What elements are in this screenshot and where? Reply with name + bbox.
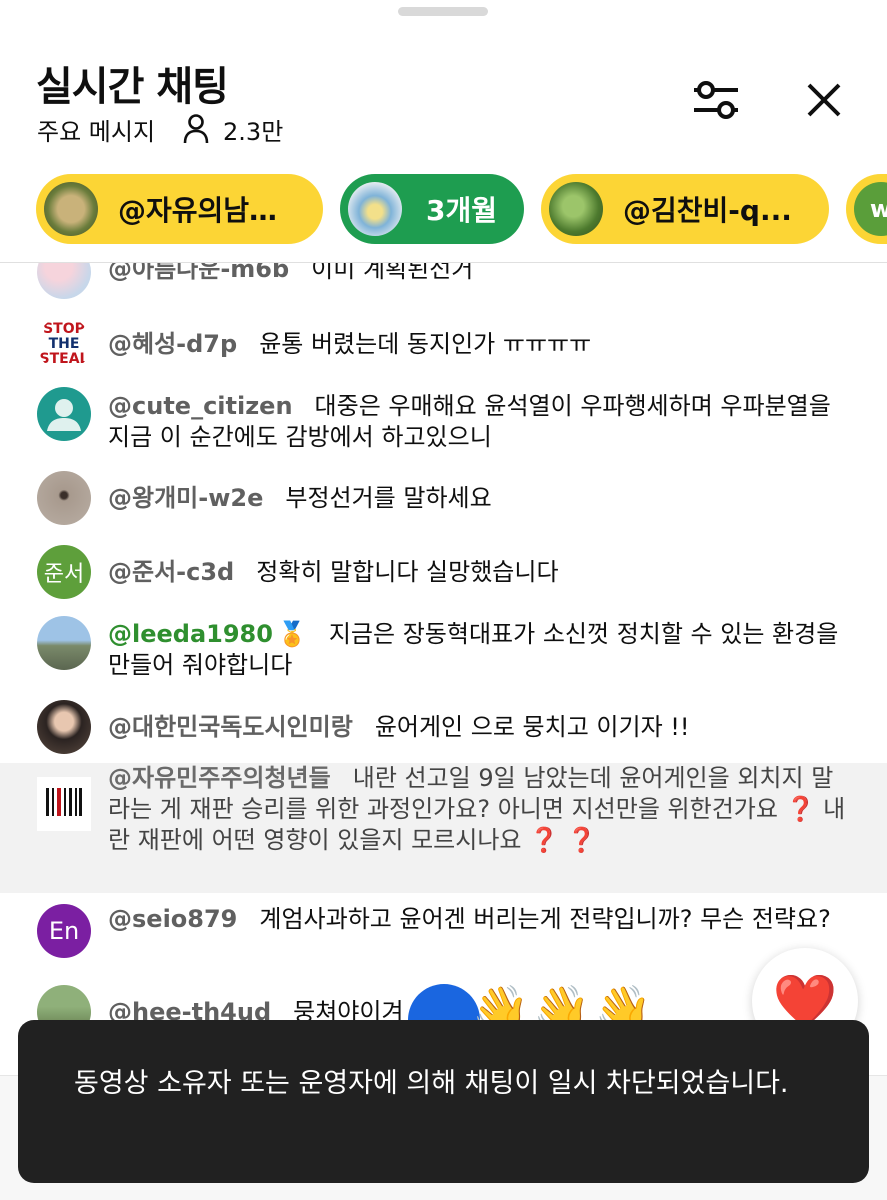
filter-button[interactable] <box>688 76 744 128</box>
message-author[interactable]: @cute_citizen <box>108 392 293 420</box>
chat-mode-row: 주요 메시지 2.3만 <box>37 112 283 146</box>
pill-label: 3개월 <box>426 194 498 227</box>
close-button[interactable] <box>798 76 850 128</box>
live-chat-sheet: 실시간 채팅 주요 메시지 2.3만 @자유의남… 3개월 @김찬비-q... … <box>0 0 887 1200</box>
avatar <box>549 182 603 236</box>
message-body: 부정선거를 말하세요 <box>285 484 492 512</box>
default-user-icon <box>47 399 81 431</box>
avatar <box>37 616 91 670</box>
chat-title: 실시간 채팅 <box>36 64 229 110</box>
message-author[interactable]: @leeda1980 <box>108 620 273 648</box>
drag-handle[interactable] <box>398 7 488 16</box>
toast-message: 동영상 소유자 또는 운영자에 의해 채팅이 일시 차단되었습니다. <box>74 1068 789 1099</box>
avatar <box>348 182 402 236</box>
avatar: 준서 <box>37 545 91 599</box>
avatar: En <box>37 904 91 958</box>
message-text: @왕개미-w2e 부정선거를 말하세요 <box>108 483 848 514</box>
avatar: w <box>854 182 887 236</box>
person-icon <box>181 112 211 146</box>
message-author[interactable]: @자유민주주의청년들 <box>108 764 331 792</box>
message-body: 정확히 말합니다 실망했습니다 <box>256 558 559 586</box>
chat-mode-label[interactable]: 주요 메시지 <box>37 112 155 147</box>
close-icon <box>806 82 842 122</box>
top-chatter-pills: @자유의남… 3개월 @김찬비-q... w <box>0 172 887 248</box>
avatar <box>37 387 91 441</box>
barcode-logo-icon <box>46 788 82 816</box>
message-text: @아름나운-m6b 이미 계획된선거 <box>108 263 848 285</box>
chat-message-highlighted[interactable]: @자유민주주의청년들 내란 선고일 9일 남았는데 윤어게인을 외치지 말라는 게… <box>0 763 887 893</box>
avatar: STOP THE STEAL <box>37 317 91 371</box>
message-body: 이미 계획된선거 <box>311 263 474 283</box>
pill-user-3[interactable]: @김찬비-q... <box>541 174 829 244</box>
message-text: @자유민주주의청년들 내란 선고일 9일 남았는데 윤어게인을 외치지 말라는 게… <box>108 763 848 856</box>
message-text: @혜성-d7p 윤통 버렸는데 동지인가 ㅠㅠㅠㅠ <box>108 329 848 360</box>
message-body: 윤통 버렸는데 동지인가 ㅠㅠㅠㅠ <box>259 330 592 358</box>
avatar <box>37 777 91 831</box>
member-badge-icon: 🏅 <box>276 620 307 648</box>
avatar <box>37 471 91 525</box>
avatar-text: STEAL <box>39 350 89 367</box>
pill-user-2[interactable]: 3개월 <box>340 174 524 244</box>
avatar-text: THE <box>48 335 80 352</box>
chat-message[interactable]: @대한민국독도시인미랑 윤어게인 으로 뭉치고 이기자 !! <box>0 700 887 756</box>
chat-message[interactable]: @아름나운-m6b 이미 계획된선거 <box>0 263 887 299</box>
chat-list[interactable]: @아름나운-m6b 이미 계획된선거 STOP THE STEAL @혜성-d7p… <box>0 263 887 1075</box>
message-author[interactable]: @혜성-d7p <box>108 330 237 358</box>
chat-message[interactable]: 준서 @준서-c3d 정확히 말합니다 실망했습니다 <box>0 545 887 601</box>
pill-user-1[interactable]: @자유의남… <box>36 174 323 244</box>
sliders-icon <box>691 78 741 126</box>
message-body: 계엄사과하고 윤어겐 버리는게 전략입니까? 무슨 전략요? <box>259 905 831 933</box>
message-author[interactable]: @대한민국독도시인미랑 <box>108 713 353 741</box>
pill-user-4[interactable]: w <box>846 174 887 244</box>
message-text: @준서-c3d 정확히 말합니다 실망했습니다 <box>108 557 848 588</box>
pill-label: @김찬비-q... <box>623 194 792 227</box>
message-text: @cute_citizen 대중은 우매해요 윤석열이 우파행세하며 우파분열을 … <box>108 391 848 453</box>
chat-message[interactable]: STOP THE STEAL @혜성-d7p 윤통 버렸는데 동지인가 ㅠㅠㅠㅠ <box>0 317 887 373</box>
avatar <box>37 700 91 754</box>
chat-message[interactable]: @leeda1980 🏅 지금은 장동혁대표가 소신껏 정치할 수 있는 환경을 만… <box>0 616 887 682</box>
message-body: 윤어게인 으로 뭉치고 이기자 !! <box>374 713 690 741</box>
chat-message[interactable]: @왕개미-w2e 부정선거를 말하세요 <box>0 471 887 527</box>
chat-blocked-toast: 동영상 소유자 또는 운영자에 의해 채팅이 일시 차단되었습니다. <box>18 1020 869 1183</box>
message-text: @seio879 계엄사과하고 윤어겐 버리는게 전략입니까? 무슨 전략요? <box>108 904 848 935</box>
message-text: @대한민국독도시인미랑 윤어게인 으로 뭉치고 이기자 !! <box>108 712 848 743</box>
message-author[interactable]: @seio879 <box>108 905 237 933</box>
avatar-text: STOP <box>43 320 85 337</box>
chat-message[interactable]: En @seio879 계엄사과하고 윤어겐 버리는게 전략입니까? 무슨 전략요… <box>0 904 887 970</box>
viewer-count: 2.3만 <box>223 117 284 146</box>
message-author[interactable]: @준서-c3d <box>108 558 234 586</box>
message-author[interactable]: @아름나운-m6b <box>108 263 289 283</box>
pill-label: @자유의남… <box>118 194 278 227</box>
message-text: @leeda1980 🏅 지금은 장동혁대표가 소신껏 정치할 수 있는 환경을 만… <box>108 619 848 681</box>
message-author[interactable]: @왕개미-w2e <box>108 484 263 512</box>
chat-message[interactable]: @cute_citizen 대중은 우매해요 윤석열이 우파행세하며 우파분열을 … <box>0 387 887 453</box>
avatar <box>37 263 91 299</box>
avatar <box>44 182 98 236</box>
